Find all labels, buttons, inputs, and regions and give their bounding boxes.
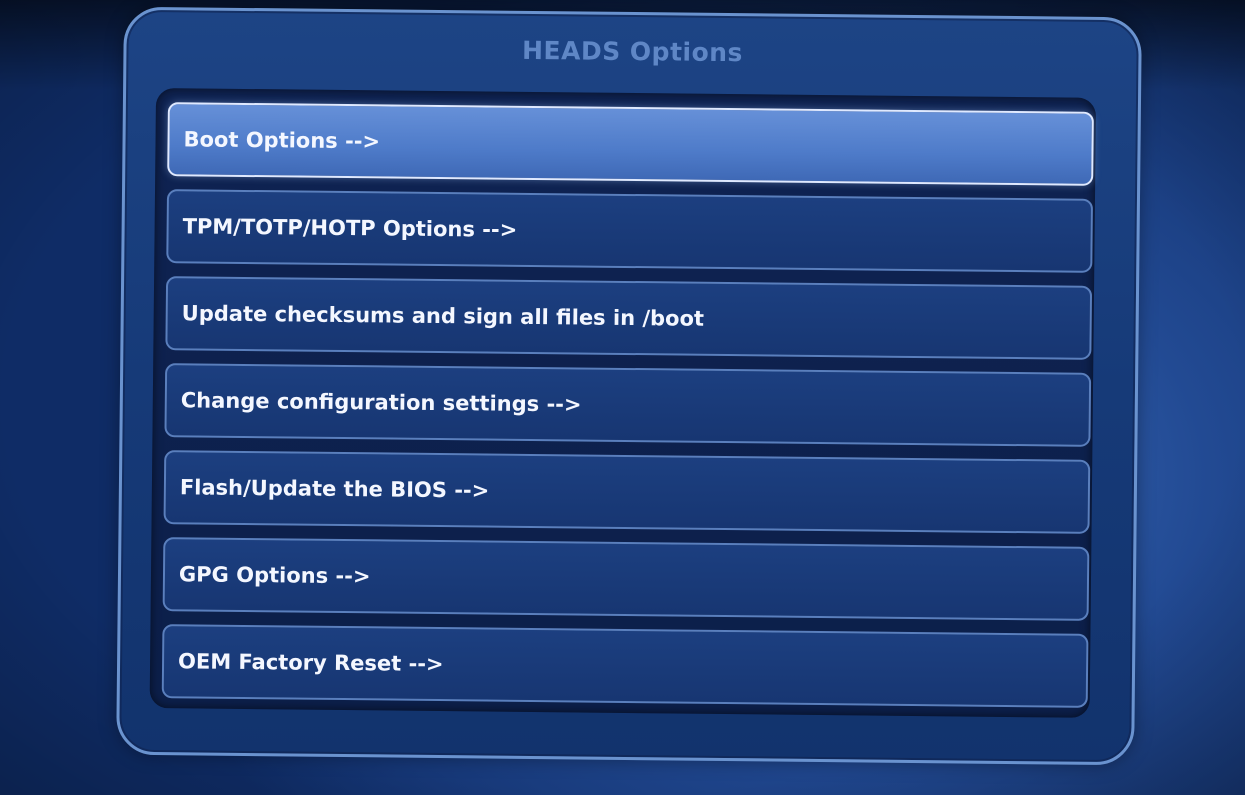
menu-item-flash-update-bios[interactable]: Flash/Update the BIOS --> bbox=[163, 450, 1091, 534]
menu-item-label: OEM Factory Reset --> bbox=[177, 649, 444, 677]
menu-list: Boot Options --> TPM/TOTP/HOTP Options -… bbox=[161, 102, 1094, 721]
menu-item-label: Change configuration settings --> bbox=[180, 388, 582, 417]
dialog-title: HEADS Options bbox=[521, 35, 744, 68]
menu-item-label: TPM/TOTP/HOTP Options --> bbox=[182, 214, 518, 242]
menu-item-label: Boot Options --> bbox=[183, 127, 381, 154]
menu-item-label: Flash/Update the BIOS --> bbox=[179, 475, 490, 503]
menu-item-gpg-options[interactable]: GPG Options --> bbox=[162, 537, 1090, 621]
menu-item-oem-factory-reset[interactable]: OEM Factory Reset --> bbox=[161, 624, 1089, 708]
menu-item-change-configuration[interactable]: Change configuration settings --> bbox=[164, 363, 1092, 447]
menu-item-update-checksums[interactable]: Update checksums and sign all files in /… bbox=[165, 276, 1093, 360]
menu-item-label: Update checksums and sign all files in /… bbox=[181, 301, 705, 331]
heads-options-dialog: HEADS Options Boot Options --> TPM/TOTP/… bbox=[116, 6, 1142, 766]
menu-item-tpm-totp-hotp-options[interactable]: TPM/TOTP/HOTP Options --> bbox=[166, 189, 1093, 273]
menu-item-label: GPG Options --> bbox=[178, 562, 371, 589]
menu-item-boot-options[interactable]: Boot Options --> bbox=[167, 102, 1094, 186]
menu-panel: Boot Options --> TPM/TOTP/HOTP Options -… bbox=[149, 88, 1097, 721]
